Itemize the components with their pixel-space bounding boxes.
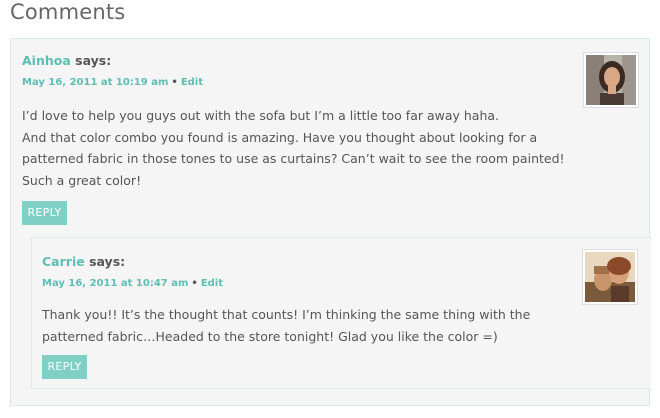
comment-meta: May 16, 2011 at 10:47 am • Edit <box>42 278 223 289</box>
author-name-link[interactable]: Carrie <box>42 254 85 269</box>
comment-line: I’d love to help you guys out with the s… <box>22 108 500 123</box>
comment-line: Such a great color! <box>22 172 142 188</box>
comment-date-link[interactable]: May 16, 2011 at 10:47 am <box>42 278 188 289</box>
comment-line: And that color combo you found is amazin… <box>22 129 538 145</box>
comment-body: Thank you!! It’s the thought that counts… <box>42 304 530 347</box>
avatar-photo-icon <box>586 55 636 105</box>
avatar-carrie <box>582 249 638 305</box>
edit-link[interactable]: Edit <box>181 77 203 88</box>
author-name-link[interactable]: Ainhoa <box>22 53 71 68</box>
says-label: says: <box>89 254 126 269</box>
avatar-ainhoa <box>583 52 639 108</box>
comment-line: patterned fabric…Headed to the store ton… <box>42 328 498 344</box>
comment-date-link[interactable]: May 16, 2011 at 10:19 am <box>22 77 168 88</box>
meta-separator: • <box>171 77 178 88</box>
says-label: says: <box>75 53 112 68</box>
comment-author-line: Carrie says: <box>42 254 125 269</box>
comment-carrie: Carrie says: May 16, 2011 at 10:47 am • Ed… <box>31 237 651 389</box>
reply-button[interactable]: REPLY <box>42 355 87 379</box>
comments-heading: Comments <box>10 0 126 24</box>
comment-ainhoa: Ainhoa says: May 16, 2011 at 10:19 am • Ed… <box>10 38 651 406</box>
reply-button[interactable]: REPLY <box>22 201 67 225</box>
edit-link[interactable]: Edit <box>201 278 223 289</box>
comment-line: Thank you!! It’s the thought that counts… <box>42 307 531 322</box>
comment-author-line: Ainhoa says: <box>22 53 111 68</box>
comment-body: I’d love to help you guys out with the s… <box>22 105 565 191</box>
avatar-photo-icon <box>585 252 635 302</box>
meta-separator: • <box>191 278 198 289</box>
comment-meta: May 16, 2011 at 10:19 am • Edit <box>22 77 203 88</box>
comment-line: patterned fabric in those tones to use a… <box>22 151 565 166</box>
